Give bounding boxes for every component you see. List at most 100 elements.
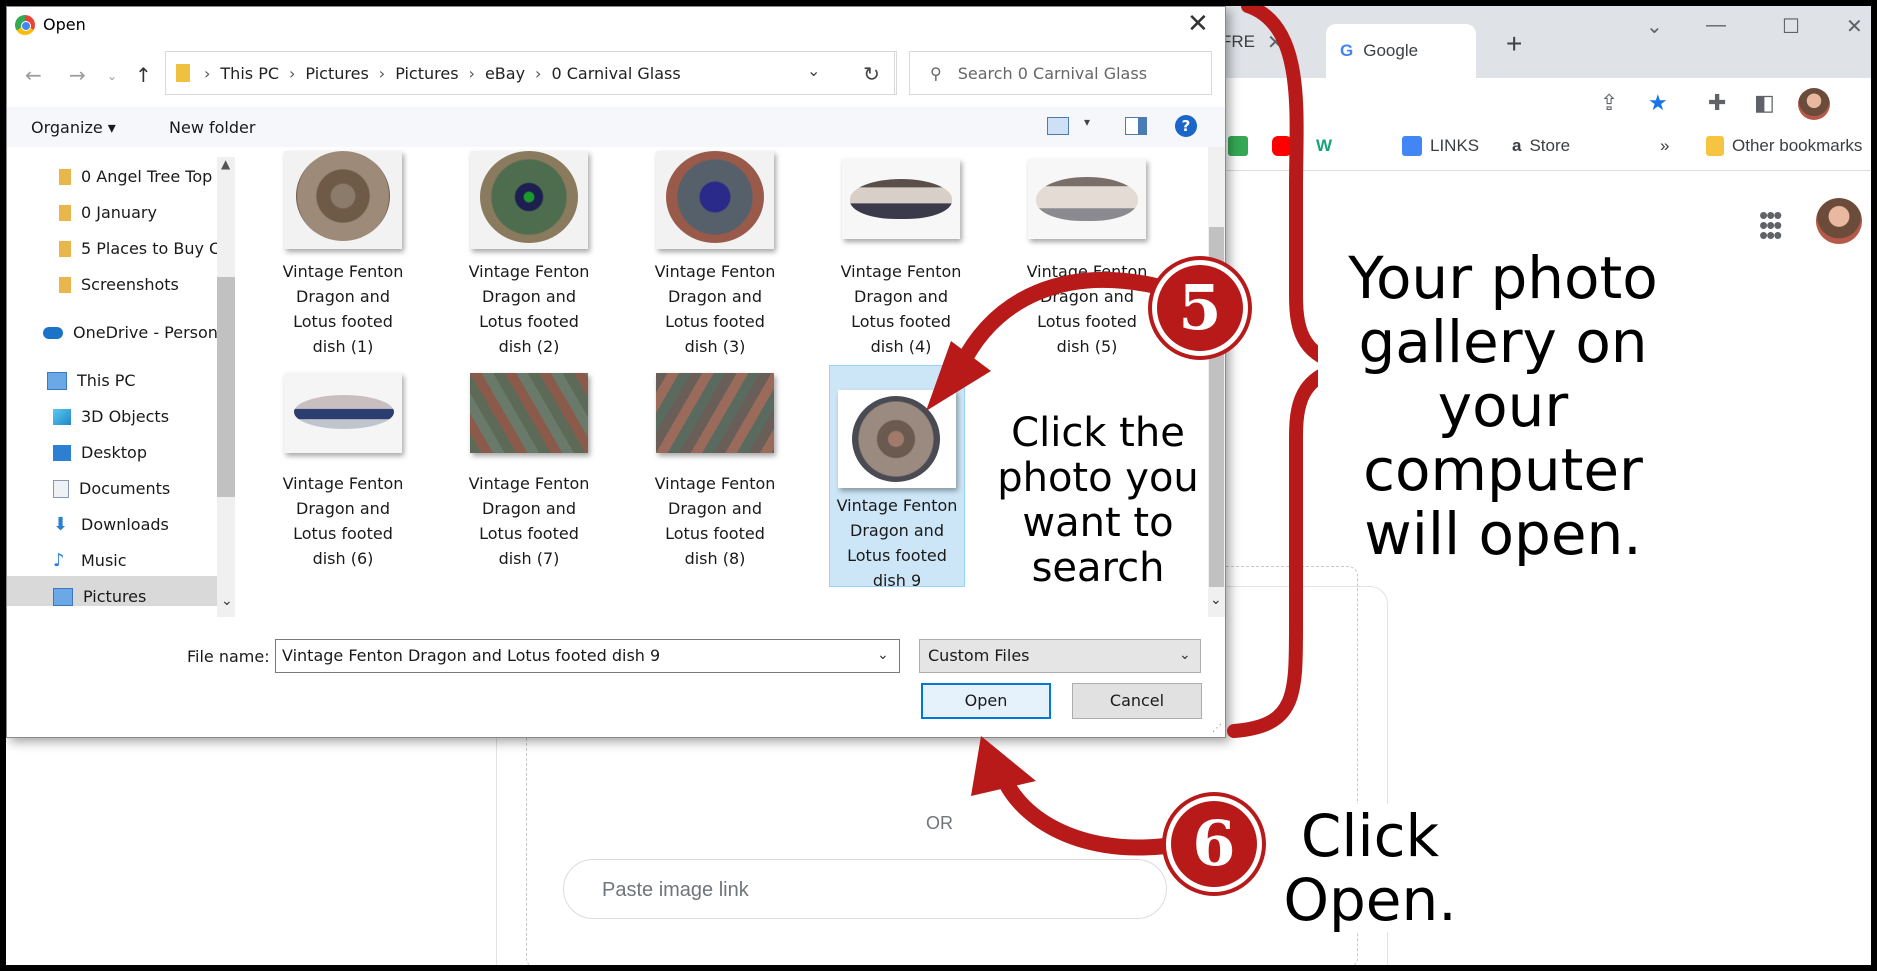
sidebar-item-downloads[interactable]: ⬇ Downloads [53, 515, 228, 534]
chevron-down-icon[interactable]: ▾ [1084, 115, 1090, 129]
bookmark-youtube[interactable] [1272, 136, 1292, 156]
document-icon [53, 479, 69, 498]
sidebar-item-music[interactable]: ♪ Music [53, 551, 228, 570]
chevron-down-icon[interactable]: ⌄ [221, 593, 233, 609]
file-item[interactable]: Vintage Fenton Dragon and Lotus footed d… [1020, 147, 1154, 367]
chevron-down-icon[interactable]: ⌄ [877, 647, 889, 663]
extensions-icon[interactable]: ✚ [1708, 90, 1726, 116]
preview-pane-icon[interactable] [1125, 117, 1147, 135]
bookmark-links[interactable]: LINKS [1402, 136, 1479, 156]
minimize-icon[interactable]: — [1706, 14, 1726, 37]
file-item[interactable]: Vintage Fenton Dragon and Lotus footed d… [834, 147, 968, 367]
close-icon[interactable]: ✕ [1267, 30, 1284, 55]
close-window-icon[interactable]: ✕ [1846, 14, 1863, 39]
refresh-icon[interactable]: ↻ [847, 51, 897, 95]
file-thumbnail-image [850, 179, 952, 219]
sidebar-item-pictures[interactable]: Pictures [53, 587, 228, 606]
music-icon: ♪ [53, 551, 65, 570]
sidebar-item-onedrive[interactable]: OneDrive - Person [43, 323, 218, 342]
sidebar-item-label: This PC [77, 371, 136, 390]
star-icon[interactable]: ★ [1648, 90, 1668, 116]
file-item-selected[interactable]: Vintage Fenton Dragon and Lotus footed d… [829, 365, 965, 590]
file-item[interactable]: Vintage Fenton Dragon and Lotus footed d… [648, 365, 782, 585]
bookmark-label: Store [1529, 136, 1571, 155]
bookmark-store[interactable]: a Store [1512, 136, 1570, 156]
file-item[interactable]: Vintage Fenton Dragon and Lotus footed d… [648, 147, 782, 367]
download-icon: ⬇ [53, 515, 69, 534]
up-arrow-icon[interactable]: ↑ [135, 63, 152, 87]
avatar[interactable] [1816, 198, 1862, 244]
sidebar-item-label: 0 January [81, 203, 157, 222]
sidebar-item-label: 0 Angel Tree Top [81, 167, 213, 186]
file-caption: Vintage Fenton Dragon and Lotus footed d… [282, 262, 404, 356]
cancel-button[interactable]: Cancel [1072, 683, 1202, 719]
breadcrumb-item[interactable]: Pictures [305, 64, 368, 83]
scroll-up-icon[interactable]: ▲ [221, 157, 230, 171]
chevron-down-icon[interactable]: ⌄ [807, 61, 820, 80]
file-type-select[interactable]: Custom Files [919, 639, 1201, 673]
bookmarks-more[interactable]: » [1660, 136, 1669, 156]
breadcrumb-item[interactable]: eBay [485, 64, 525, 83]
open-button[interactable]: Open [921, 683, 1051, 719]
apps-grid-icon[interactable]: ••• ••• ••• [1759, 202, 1782, 248]
paste-image-link-input[interactable]: Paste image link [563, 859, 1167, 919]
tab-free[interactable]: FRE ✕ [1221, 22, 1284, 62]
sidebar-scroll-thumb[interactable] [217, 277, 235, 497]
sidebar-item-5-places[interactable]: 5 Places to Buy C [53, 239, 228, 258]
bookmark-label: LINKS [1430, 136, 1480, 155]
sidebar-item-desktop[interactable]: Desktop [53, 443, 228, 462]
avatar[interactable] [1798, 88, 1830, 120]
chevron-down-icon[interactable]: ⌄ [1210, 592, 1222, 608]
bookmark-drive[interactable] [1228, 136, 1248, 156]
sidebar-item-january[interactable]: 0 January [53, 203, 228, 222]
new-folder-button[interactable]: New folder [169, 118, 255, 137]
tab-google[interactable]: G Google [1326, 24, 1476, 78]
open-file-dialog: Open ✕ ← → ⌄ ↑ › This PC › Pictures › Pi… [6, 6, 1226, 738]
new-tab-button[interactable]: + [1506, 28, 1522, 60]
folder-icon [1706, 136, 1724, 156]
chevron-right-icon: › [289, 63, 296, 83]
breadcrumb-item[interactable]: 0 Carnival Glass [551, 64, 680, 83]
file-thumbnail-image [666, 151, 764, 243]
sidebar-item-screenshots[interactable]: Screenshots [53, 275, 228, 294]
sidebar-item-angel-tree-top[interactable]: 0 Angel Tree Top [53, 167, 228, 186]
file-caption: Vintage Fenton Dragon and Lotus footed d… [468, 262, 590, 356]
file-item[interactable]: Vintage Fenton Dragon and Lotus footed d… [276, 147, 410, 367]
close-icon[interactable]: ✕ [1187, 9, 1209, 39]
file-thumbnail-image [480, 151, 578, 243]
file-name-input[interactable]: Vintage Fenton Dragon and Lotus footed d… [275, 639, 900, 673]
sidebar-item-documents[interactable]: Documents [53, 479, 228, 498]
organize-button[interactable]: Organize ▾ [31, 118, 116, 137]
other-bookmarks[interactable]: Other bookmarks [1706, 136, 1862, 156]
chevron-down-icon[interactable]: ⌄ [1646, 14, 1663, 39]
folder-icon [59, 240, 71, 257]
file-item[interactable]: Vintage Fenton Dragon and Lotus footed d… [276, 365, 410, 585]
file-thumbnail [470, 373, 588, 453]
chevron-down-icon[interactable]: ⌄ [1179, 647, 1191, 663]
sidebar-item-label: OneDrive - Person [73, 323, 218, 342]
side-panel-icon[interactable]: ◧ [1754, 90, 1775, 116]
sidebar-item-this-pc[interactable]: This PC [47, 371, 222, 390]
resize-grip-icon[interactable]: ⋰ [1212, 723, 1222, 734]
recent-dropdown-icon[interactable]: ⌄ [107, 69, 117, 83]
view-options-icon[interactable] [1047, 117, 1069, 135]
sidebar-item-3d-objects[interactable]: 3D Objects [53, 407, 228, 426]
search-placeholder: Search 0 Carnival Glass [957, 63, 1148, 83]
step-5-badge: 5 [1152, 260, 1248, 356]
chevron-right-icon: › [468, 63, 475, 83]
other-bookmarks-label: Other bookmarks [1732, 136, 1863, 155]
bookmark-w[interactable]: W [1316, 136, 1332, 156]
back-arrow-icon[interactable]: ← [25, 63, 42, 87]
breadcrumb-item[interactable]: This PC [220, 64, 279, 83]
forward-arrow-icon[interactable]: → [69, 63, 86, 87]
folder-icon [59, 168, 71, 185]
address-bar[interactable]: › This PC › Pictures › Pictures › eBay ›… [165, 51, 895, 95]
file-item[interactable]: Vintage Fenton Dragon and Lotus footed d… [462, 365, 596, 585]
maximize-icon[interactable]: ☐ [1782, 14, 1800, 39]
sidebar-item-label: 5 Places to Buy C [81, 239, 221, 258]
file-item[interactable]: Vintage Fenton Dragon and Lotus footed d… [462, 147, 596, 367]
share-icon[interactable]: ⇪ [1600, 90, 1618, 116]
breadcrumb-item[interactable]: Pictures [395, 64, 458, 83]
help-icon[interactable]: ? [1175, 115, 1197, 137]
search-input[interactable]: ⚲ Search 0 Carnival Glass [909, 51, 1212, 95]
